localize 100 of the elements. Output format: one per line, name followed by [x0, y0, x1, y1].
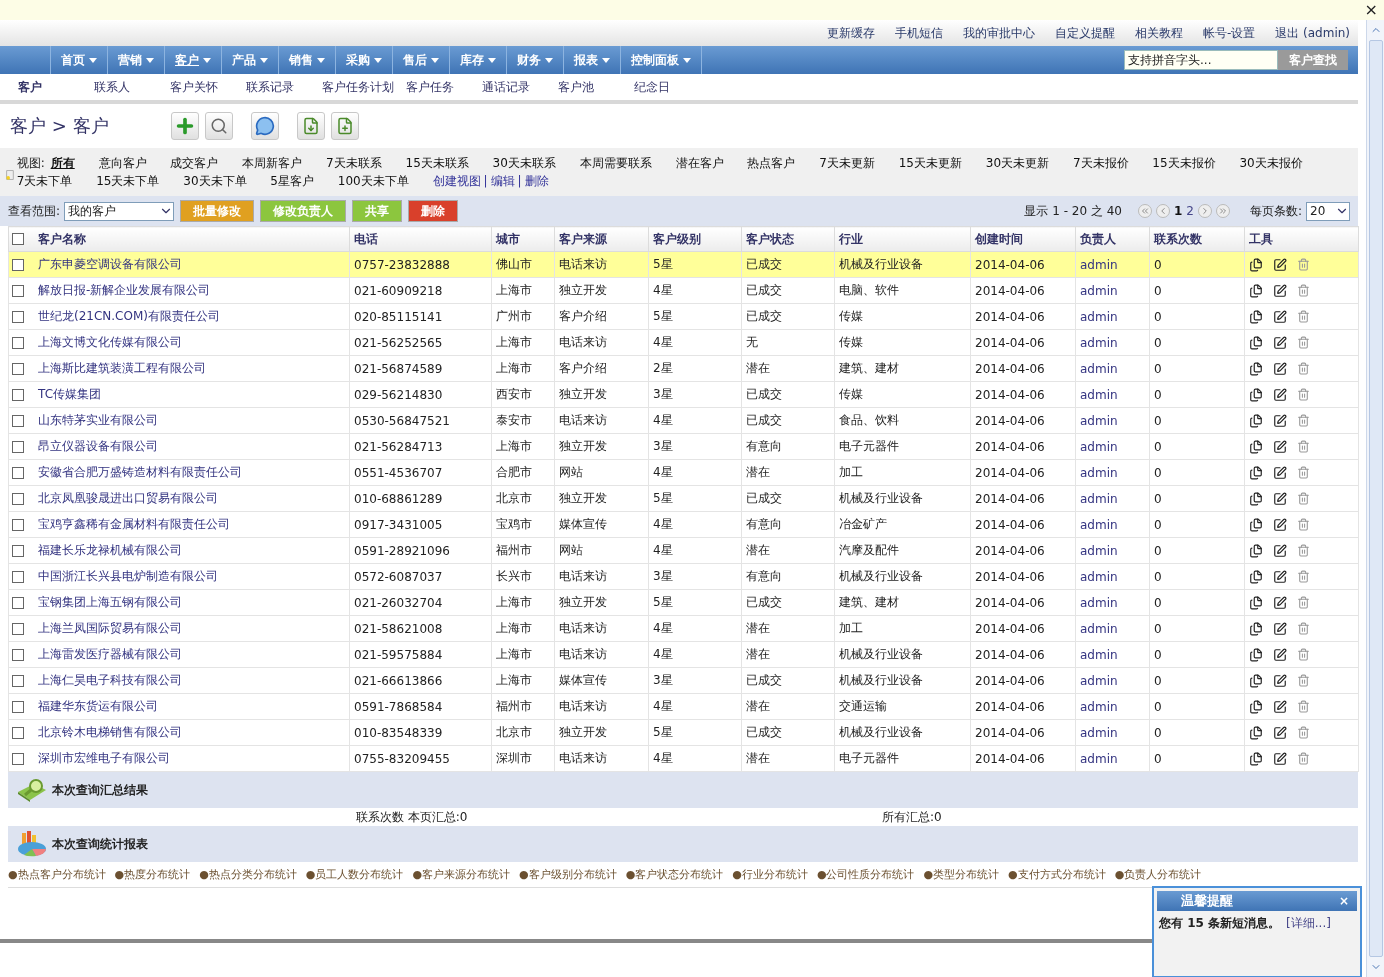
view-link[interactable]: 30天未报价 — [1239, 156, 1303, 170]
trash-icon[interactable] — [1297, 336, 1310, 349]
row-checkbox[interactable] — [12, 622, 24, 635]
view-link[interactable]: 15天未下单 — [96, 174, 160, 188]
copy-icon[interactable] — [1249, 283, 1263, 298]
edit-icon[interactable] — [1273, 335, 1287, 350]
copy-icon[interactable] — [1249, 517, 1263, 532]
trash-icon[interactable] — [1297, 388, 1310, 401]
row-checkbox[interactable] — [12, 362, 24, 375]
edit-icon[interactable] — [1273, 361, 1287, 376]
row-checkbox[interactable] — [12, 518, 24, 531]
edit-icon[interactable] — [1273, 673, 1287, 688]
per-page-select[interactable]: 20 — [1306, 201, 1350, 221]
view-link[interactable]: 7天未联系 — [326, 156, 382, 170]
search-tool-button[interactable] — [204, 112, 233, 140]
customer-name-link[interactable]: TC传媒集团 — [38, 386, 101, 403]
sub-nav-tab[interactable]: 联系记录 — [240, 78, 316, 96]
scope-select[interactable]: 我的客户 — [64, 201, 175, 221]
row-checkbox[interactable] — [12, 492, 24, 505]
nav-menu[interactable]: 售后 — [392, 46, 449, 74]
top-link[interactable]: 自定义提醒 — [1054, 24, 1115, 42]
table-row[interactable]: 上海文博文化传媒有限公司 021-56252565 上海市 电话来访 4星 无 传媒 2014-04-06 admin 0 — [8, 329, 1359, 356]
trash-icon[interactable] — [1297, 310, 1310, 323]
report-link[interactable]: ●热点分类分布统计 — [199, 867, 297, 882]
view-action-link[interactable]: 删除 — [524, 174, 549, 188]
report-link[interactable]: ●公司性质分布统计 — [816, 867, 915, 882]
scrollbar[interactable] — [1366, 20, 1384, 977]
sub-nav-tab[interactable]: 客户 — [12, 78, 88, 96]
report-link[interactable]: ●类型分布统计 — [923, 867, 1000, 882]
copy-icon[interactable] — [1249, 699, 1263, 714]
edit-icon[interactable] — [1273, 387, 1287, 402]
row-checkbox[interactable] — [12, 726, 24, 739]
table-row[interactable]: 解放日报-新解企业发展有限公司 021-60909218 上海市 独立开发 4星 已成交 电脑、软件 2014-04-06 admin 0 — [8, 277, 1359, 304]
copy-icon[interactable] — [1249, 751, 1263, 766]
trash-icon[interactable] — [1297, 466, 1310, 479]
top-link[interactable]: 退出 (admin) — [1275, 24, 1350, 42]
sub-nav-tab[interactable]: 纪念日 — [628, 78, 704, 96]
edit-icon[interactable] — [1273, 439, 1287, 454]
nav-menu[interactable]: 库存 — [449, 46, 506, 74]
table-row[interactable]: 安徽省合肥万盛铸造材料有限责任公司 0551-4536707 合肥市 网站 4星 潜在 加工 2014-04-06 admin 0 — [8, 459, 1359, 486]
view-link[interactable]: 15天未报价 — [1152, 156, 1216, 170]
table-row[interactable]: 北京凤凰骏晟进出口贸易有限公司 010-68861289 北京市 独立开发 5星 已成交 机械及行业设备 2014-04-06 admin 0 — [8, 485, 1359, 512]
sub-nav-tab[interactable]: 客户关怀 — [164, 78, 240, 96]
view-link[interactable]: 5星客户 — [270, 174, 314, 188]
view-link[interactable]: 15天未联系 — [405, 156, 469, 170]
top-link[interactable]: 我的审批中心 — [962, 24, 1035, 42]
edit-icon[interactable] — [1273, 595, 1287, 610]
table-row[interactable]: 福建华东货运有限公司 0591-7868584 福州市 电话来访 4星 潜在 交通运输 2014-04-06 admin 0 — [8, 693, 1359, 720]
view-link[interactable]: 30天未联系 — [492, 156, 556, 170]
report-link[interactable]: ●客户级别分布统计 — [519, 867, 617, 882]
view-link[interactable]: 意向客户 — [98, 156, 147, 170]
row-checkbox[interactable] — [12, 570, 24, 583]
view-action-link[interactable]: 编辑 — [490, 174, 515, 188]
copy-icon[interactable] — [1249, 673, 1263, 688]
table-row[interactable]: 宝钢集团上海五钢有限公司 021-26032704 上海市 独立开发 5星 已成交 建筑、建材 2014-04-06 admin 0 — [8, 589, 1359, 616]
export-button[interactable] — [296, 112, 325, 140]
trash-icon[interactable] — [1297, 492, 1310, 505]
copy-icon[interactable] — [1249, 257, 1263, 272]
table-row[interactable]: 山东特茅实业有限公司 0530-56847521 泰安市 电话来访 4星 已成交 食品、饮料 2014-04-06 admin 0 — [8, 407, 1359, 434]
nav-menu[interactable]: 客户 — [164, 46, 221, 74]
row-checkbox[interactable] — [12, 752, 24, 765]
trash-icon[interactable] — [1297, 726, 1310, 739]
import-button[interactable] — [330, 112, 359, 140]
table-row[interactable]: 世纪龙(21CN.COM)有限责任公司 020-85115141 广州市 客户介绍 5星 已成交 传媒 2014-04-06 admin 0 — [8, 303, 1359, 330]
info-button[interactable] — [250, 112, 279, 140]
trash-icon[interactable] — [1297, 414, 1310, 427]
details-link[interactable]: [详细...] — [1286, 915, 1331, 932]
nav-menu[interactable]: 报表 — [563, 46, 620, 74]
table-row[interactable]: 北京铃木电梯销售有限公司 010-83548339 北京市 独立开发 5星 已成交 机械及行业设备 2014-04-06 admin 0 — [8, 719, 1359, 746]
view-link[interactable]: 30天未下单 — [183, 174, 247, 188]
copy-icon[interactable] — [1249, 413, 1263, 428]
edit-icon[interactable] — [1273, 257, 1287, 272]
report-link[interactable]: ●行业分布统计 — [732, 867, 808, 882]
trash-icon[interactable] — [1297, 648, 1310, 661]
trash-icon[interactable] — [1297, 700, 1310, 713]
copy-icon[interactable] — [1249, 543, 1263, 558]
report-link[interactable]: ●支付方式分布统计 — [1008, 867, 1106, 882]
table-row[interactable]: 上海仁昊电子科技有限公司 021-66613866 上海市 媒体宣传 3星 已成交 机械及行业设备 2014-04-06 admin 0 — [8, 667, 1359, 694]
trash-icon[interactable] — [1297, 752, 1310, 765]
edit-icon[interactable] — [1273, 283, 1287, 298]
table-row[interactable]: 上海雷发医疗器械有限公司 021-59575884 上海市 电话来访 4星 潜在 机械及行业设备 2014-04-06 admin 0 — [8, 641, 1359, 668]
report-link[interactable]: ●热点客户分布统计 — [8, 867, 106, 882]
copy-icon[interactable] — [1249, 335, 1263, 350]
sub-nav-tab[interactable]: 联系人 — [88, 78, 164, 96]
nav-menu[interactable]: 控制面板 — [620, 46, 702, 74]
search-field[interactable]: 支持拼音字头... — [1124, 50, 1278, 70]
trash-icon[interactable] — [1297, 284, 1310, 297]
nav-menu[interactable]: 采购 — [335, 46, 392, 74]
view-link[interactable]: 7天未更新 — [819, 156, 875, 170]
view-action-link[interactable]: 创建视图 — [432, 174, 481, 188]
row-checkbox[interactable] — [12, 648, 24, 661]
top-link[interactable]: 相关教程 — [1134, 24, 1183, 42]
table-row[interactable]: 上海兰凤国际贸易有限公司 021-58621008 上海市 电话来访 4星 潜在 加工 2014-04-06 admin 0 — [8, 615, 1359, 642]
top-link[interactable]: 更新缓存 — [826, 24, 875, 42]
trash-icon[interactable] — [1297, 544, 1310, 557]
row-checkbox[interactable] — [12, 336, 24, 349]
row-checkbox[interactable] — [12, 284, 24, 297]
page-link[interactable]: 1 — [1173, 204, 1183, 218]
report-link[interactable]: ●热度分布统计 — [114, 867, 191, 882]
trash-icon[interactable] — [1297, 440, 1310, 453]
